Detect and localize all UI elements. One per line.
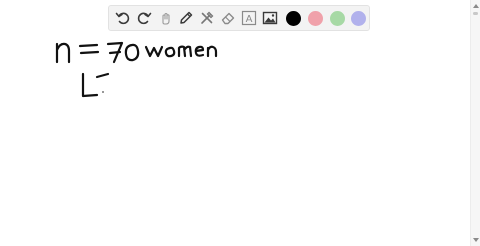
drawing-canvas[interactable]: A	[0, 0, 470, 246]
ink-letter-e	[194, 45, 205, 57]
ink-equals	[78, 43, 100, 55]
ink-letter-l	[81, 72, 99, 98]
handwriting-strokes	[55, 41, 218, 98]
ink-digit-7	[106, 41, 124, 64]
ink-letter-m	[177, 45, 193, 58]
cursor-dot	[102, 91, 104, 93]
ink-letter-n	[55, 42, 71, 64]
ink-dash	[95, 72, 110, 79]
scroll-up-arrow-icon[interactable]	[473, 4, 479, 8]
scroll-thumb[interactable]	[473, 12, 478, 15]
ink-letter-n-2	[206, 45, 218, 58]
ink-digit-0	[124, 43, 140, 62]
scroll-down-arrow-icon[interactable]	[473, 238, 479, 242]
ink-letter-o	[164, 46, 176, 58]
vertical-scrollbar[interactable]	[470, 0, 480, 246]
ink-letter-w	[144, 45, 164, 58]
